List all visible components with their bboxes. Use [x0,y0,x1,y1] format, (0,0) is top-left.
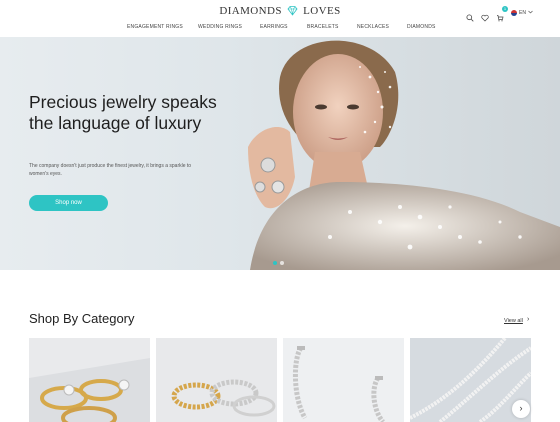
category-next-button[interactable]: › [512,400,530,418]
language-selector[interactable]: EN [511,10,533,16]
section-title: Shop By Category [29,311,135,326]
logo-text-right: LOVES [303,5,341,17]
view-all-link[interactable]: View all [504,318,523,324]
main-nav: ENGAGEMENT RINGS WEDDING RINGS EARRINGS … [0,24,560,34]
logo-text-left: DIAMONDS [219,5,282,17]
wedding-rings-image [156,338,277,422]
flag-icon [511,10,518,16]
engagement-rings-image [29,338,150,422]
cart-icon[interactable]: 1 [496,6,509,22]
cart-count-badge: 1 [502,6,509,12]
category-card-wedding-rings[interactable] [156,338,277,422]
nav-bracelets[interactable]: BRACELETS [307,24,339,30]
carousel-dot-1[interactable] [273,261,277,265]
category-card-earrings[interactable] [283,338,404,422]
hero-model-image [248,40,560,270]
category-card-engagement-rings[interactable] [29,338,150,422]
search-icon[interactable] [466,9,474,22]
nav-wedding-rings[interactable]: WEDDING RINGS [198,24,242,30]
diamond-logo-icon [287,5,298,19]
nav-earrings[interactable]: EARRINGS [260,24,288,30]
hero-title: Precious jewelry speaks the language of … [29,92,217,133]
shop-now-button[interactable]: Shop now [29,195,108,211]
earrings-image [283,338,404,422]
chevron-right-icon: › [527,316,530,323]
site-header: DIAMONDS LOVES 1 EN ENGAGEMENT RINGS WED… [0,0,560,37]
chevron-down-icon [528,10,533,16]
heart-icon[interactable] [481,9,489,22]
nav-engagement-rings[interactable]: ENGAGEMENT RINGS [127,24,183,30]
hero-description: The company doesn't just produce the fin… [29,163,192,177]
nav-diamonds[interactable]: DIAMONDS [407,24,436,30]
hero-banner: Precious jewelry speaks the language of … [0,37,560,270]
language-label: EN [519,10,526,16]
nav-necklaces[interactable]: NECKLACES [357,24,389,30]
carousel-dots [273,261,284,265]
header-actions: 1 EN [466,6,533,22]
carousel-dot-2[interactable] [280,261,284,265]
